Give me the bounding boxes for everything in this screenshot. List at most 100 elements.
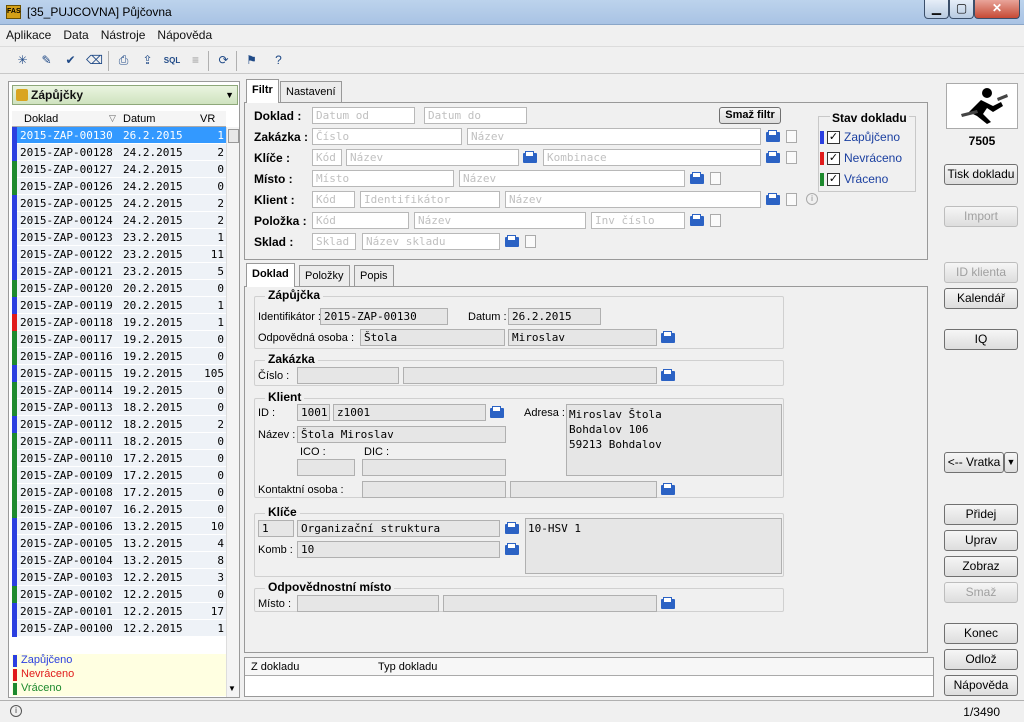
klient-identifikator-input[interactable]: Identifikátor — [360, 191, 500, 208]
kontakt-jmeno-field[interactable] — [510, 481, 657, 498]
document-icon[interactable] — [786, 130, 797, 143]
table-row[interactable]: 2015-ZAP-00119 20.2.2015 1 — [12, 297, 226, 314]
info-icon[interactable]: i — [10, 705, 22, 717]
module-combo[interactable]: Zápůjčky ▼ — [12, 85, 238, 105]
document-icon[interactable] — [786, 193, 797, 206]
zakazka-nazev-field[interactable] — [403, 367, 657, 384]
tab-doklad[interactable]: Doklad — [246, 263, 295, 287]
maximize-button[interactable]: ▢ — [949, 0, 974, 19]
stav-nevraceno-checkbox[interactable]: ✓ Nevráceno — [820, 151, 902, 166]
table-row[interactable]: 2015-ZAP-00107 16.2.2015 0 — [12, 501, 226, 518]
misto-input[interactable]: Místo — [312, 170, 454, 187]
tab-popis[interactable]: Popis — [354, 265, 394, 287]
col-datum-header[interactable]: Datum — [123, 113, 155, 125]
polozka-kod-input[interactable]: Kód — [312, 212, 409, 229]
refresh-icon[interactable]: ⟳ — [215, 52, 232, 69]
menu-data[interactable]: Data — [57, 26, 94, 42]
col-typ-dokladu-header[interactable]: Typ dokladu — [378, 661, 437, 673]
table-row[interactable]: 2015-ZAP-00121 23.2.2015 5 — [12, 263, 226, 280]
uprav-button[interactable]: Uprav — [944, 530, 1018, 551]
table-row[interactable]: 2015-ZAP-00130 26.2.2015 1 — [12, 127, 226, 144]
odp-osoba-prijmeni-field[interactable]: Štola — [360, 329, 505, 346]
folder-open-icon[interactable] — [690, 214, 705, 227]
table-row[interactable]: 2015-ZAP-00108 17.2.2015 0 — [12, 484, 226, 501]
klient-nazev-input[interactable]: Název — [505, 191, 761, 208]
clear-filter-button[interactable]: Smaž filtr — [719, 107, 781, 124]
folder-open-icon[interactable] — [505, 235, 520, 248]
table-row[interactable]: 2015-ZAP-00126 24.2.2015 0 — [12, 178, 226, 195]
info-icon[interactable]: i — [806, 193, 818, 205]
table-row[interactable]: 2015-ZAP-00122 23.2.2015 11 — [12, 246, 226, 263]
klient-kod-input[interactable]: Kód — [312, 191, 355, 208]
table-row[interactable]: 2015-ZAP-00123 23.2.2015 1 — [12, 229, 226, 246]
sklad-nazev-input[interactable]: Název skladu — [362, 233, 500, 250]
ico-field[interactable] — [297, 459, 355, 476]
scroll-down-icon[interactable]: ▼ — [228, 684, 236, 693]
klice-kombinace-input[interactable]: Kombinace — [543, 149, 761, 166]
table-row[interactable]: 2015-ZAP-00110 17.2.2015 0 — [12, 450, 226, 467]
datum-do-input[interactable]: Datum do — [424, 107, 527, 124]
document-icon[interactable] — [710, 172, 721, 185]
zakazka-cislo-field[interactable] — [297, 367, 399, 384]
sklad-input[interactable]: Sklad — [312, 233, 356, 250]
tab-nastaveni[interactable]: Nastavení — [280, 81, 342, 103]
table-row[interactable]: 2015-ZAP-00104 13.2.2015 8 — [12, 552, 226, 569]
table-row[interactable]: 2015-ZAP-00114 19.2.2015 0 — [12, 382, 226, 399]
tisk-dokladu-button[interactable]: Tisk dokladu — [944, 164, 1018, 185]
help-icon[interactable]: ? — [270, 52, 287, 69]
folder-open-icon[interactable] — [766, 151, 781, 164]
table-row[interactable]: 2015-ZAP-00106 13.2.2015 10 — [12, 518, 226, 535]
zobraz-button[interactable]: Zobraz — [944, 556, 1018, 577]
konec-button[interactable]: Konec — [944, 623, 1018, 644]
scroll-thumb[interactable] — [228, 129, 239, 143]
pridej-button[interactable]: Přidej — [944, 504, 1018, 525]
dic-field[interactable] — [362, 459, 506, 476]
col-vr-header[interactable]: VR — [200, 113, 215, 125]
document-icon[interactable] — [710, 214, 721, 227]
print-icon[interactable]: ⎙ — [115, 52, 132, 69]
folder-open-icon[interactable] — [690, 172, 705, 185]
vratka-dropdown-icon[interactable]: ▼ — [1004, 452, 1018, 473]
table-row[interactable]: 2015-ZAP-00125 24.2.2015 2 — [12, 195, 226, 212]
stav-zapujceno-checkbox[interactable]: ✓ Zapůjčeno — [820, 130, 900, 145]
klient-nazev-field[interactable]: Štola Miroslav — [297, 426, 506, 443]
table-row[interactable]: 2015-ZAP-00118 19.2.2015 1 — [12, 314, 226, 331]
iq-button[interactable]: IQ — [944, 329, 1018, 350]
klient-kod-field[interactable]: z1001 — [333, 404, 486, 421]
datum-field[interactable]: 26.2.2015 — [508, 308, 601, 325]
folder-open-icon[interactable] — [661, 597, 676, 610]
polozka-nazev-input[interactable]: Název — [414, 212, 586, 229]
list-scrollbar[interactable]: ▼ — [226, 127, 239, 697]
kontakt-prijmeni-field[interactable] — [362, 481, 506, 498]
table-row[interactable]: 2015-ZAP-00116 19.2.2015 0 — [12, 348, 226, 365]
tab-polozky[interactable]: Položky — [299, 265, 350, 287]
menu-napoveda[interactable]: Nápověda — [151, 26, 218, 42]
klient-id-field[interactable]: 1001 — [297, 404, 330, 421]
zakazka-nazev-input[interactable]: Název — [467, 128, 761, 145]
folder-open-icon[interactable] — [766, 193, 781, 206]
list-icon[interactable]: ≡ — [187, 52, 204, 69]
edit-icon[interactable]: ✎ — [38, 52, 55, 69]
odloz-button[interactable]: Odlož — [944, 649, 1018, 670]
exit-icon[interactable]: ⚑ — [243, 52, 260, 69]
export-icon[interactable]: ⇪ — [139, 52, 156, 69]
table-row[interactable]: 2015-ZAP-00117 19.2.2015 0 — [12, 331, 226, 348]
misto-nazev-input[interactable]: Název — [459, 170, 685, 187]
table-row[interactable]: 2015-ZAP-00109 17.2.2015 0 — [12, 467, 226, 484]
document-icon[interactable] — [786, 151, 797, 164]
folder-open-icon[interactable] — [661, 369, 676, 382]
komb-field[interactable]: 10 — [297, 541, 500, 558]
table-row[interactable]: 2015-ZAP-00102 12.2.2015 0 — [12, 586, 226, 603]
polozka-inv-cislo-input[interactable]: Inv číslo — [591, 212, 685, 229]
adresa-field[interactable]: Miroslav Štola Bohdalov 106 59213 Bohdal… — [566, 404, 782, 476]
table-row[interactable]: 2015-ZAP-00111 18.2.2015 0 — [12, 433, 226, 450]
misto-field[interactable] — [297, 595, 439, 612]
sql-icon[interactable]: SQL — [161, 52, 183, 69]
table-row[interactable]: 2015-ZAP-00120 20.2.2015 0 — [12, 280, 226, 297]
kalendar-button[interactable]: Kalendář — [944, 288, 1018, 309]
tab-filtr[interactable]: Filtr — [246, 79, 279, 103]
document-icon[interactable] — [525, 235, 536, 248]
folder-open-icon[interactable] — [661, 331, 676, 344]
table-row[interactable]: 2015-ZAP-00103 12.2.2015 3 — [12, 569, 226, 586]
import-button[interactable]: Import — [944, 206, 1018, 227]
